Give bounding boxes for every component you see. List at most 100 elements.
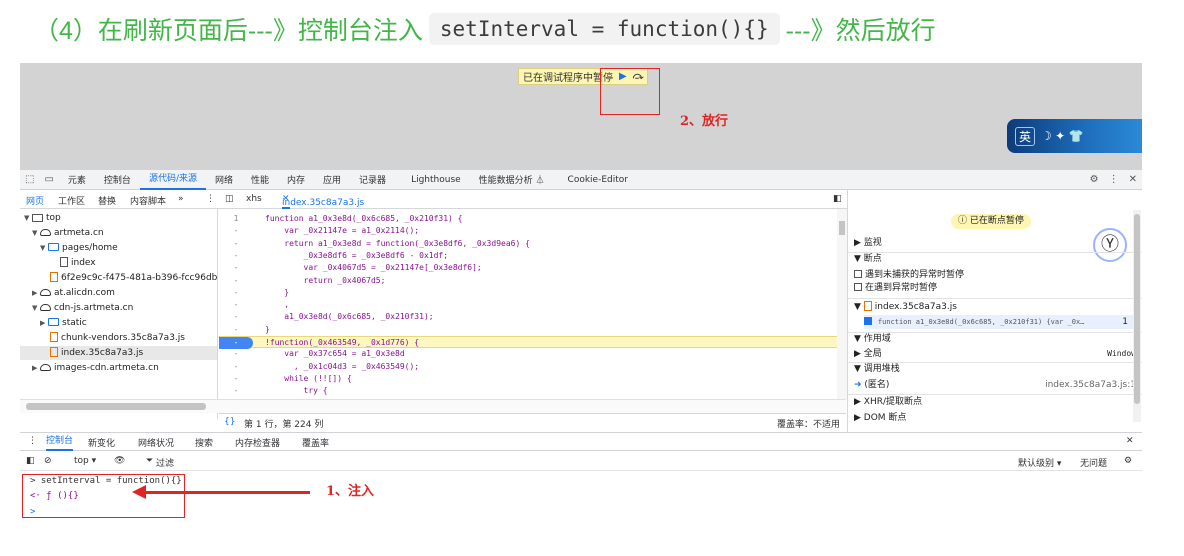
gear-icon[interactable]: ⚙: [1085, 174, 1104, 185]
section-callstack[interactable]: ▼ 调用堆栈: [854, 362, 900, 376]
code-line: - a1_0x3e8d(_0x6c685, _0x210f31);: [233, 312, 434, 322]
tab-memory[interactable]: 内存: [278, 173, 314, 186]
tree-item-chunk-vendors[interactable]: chunk-vendors.35c8a7a3.js: [50, 331, 185, 345]
breakpoint-file[interactable]: ▼ index.35c8a7a3.js: [854, 300, 957, 314]
tab-cookie-editor[interactable]: Cookie-Editor: [554, 175, 637, 185]
console-highlight-box: [22, 474, 185, 518]
tab-console[interactable]: 控制台: [95, 173, 140, 186]
tab-recorder[interactable]: 记录器: [350, 173, 395, 186]
screenshot-root: （4）在刷新页面后---》控制台注入 setInterval = functio…: [0, 0, 1184, 556]
editor-scrollbar[interactable]: [837, 209, 847, 399]
breakpoint-checkbox[interactable]: [864, 317, 872, 325]
resume-highlight-box: [600, 68, 660, 115]
section-dom-breakpoints[interactable]: ▶ DOM 断点: [854, 411, 906, 425]
nav-menu-icon[interactable]: ⋮: [206, 194, 215, 204]
heading-suffix: ---》然后放行: [785, 17, 936, 45]
pause-caught-checkbox[interactable]: 在遇到异常时暂停: [854, 281, 937, 295]
drawer-tab-memory-inspector[interactable]: 内存检查器: [235, 436, 280, 449]
nav-tab-workspace[interactable]: 工作区: [58, 194, 85, 207]
horizontal-scrollbar[interactable]: [20, 399, 846, 413]
site-widget[interactable]: 英 ☽ ✦ 👕: [1007, 119, 1142, 153]
toggle-navigator-icon[interactable]: ◫: [225, 194, 234, 204]
section-breakpoints[interactable]: ▼ 断点: [854, 252, 882, 266]
clear-console-icon[interactable]: ⊘: [44, 456, 52, 466]
debugger-scrollbar[interactable]: [1133, 210, 1141, 422]
tree-item-images-cdn[interactable]: ▶ images-cdn.artmeta.cn: [32, 361, 159, 375]
section-scope[interactable]: ▼ 作用域: [854, 332, 891, 346]
context-selector[interactable]: top ▾: [74, 456, 96, 466]
drawer-tab-search[interactable]: 搜索: [195, 436, 213, 449]
tab-perf-insights[interactable]: 性能数据分析 ⏃: [470, 173, 554, 186]
scope-global[interactable]: ▶ 全局 Window: [854, 347, 1136, 361]
file-icon: [50, 272, 58, 282]
section-xhr-breakpoints[interactable]: ▶ XHR/提取断点: [854, 395, 922, 409]
log-levels-dropdown[interactable]: 默认级别 ▾: [1018, 456, 1061, 469]
code-line: - var _0x37c654 = a1_0x3e8d: [233, 349, 405, 359]
widget-lang: 英: [1015, 126, 1036, 146]
code-line: - }: [233, 287, 290, 297]
nav-tab-more[interactable]: »: [178, 194, 184, 204]
console-output[interactable]: > setInterval = function(){} <· ƒ (){} >: [20, 472, 1142, 522]
nav-tab-page[interactable]: 网页: [26, 194, 44, 207]
console-settings-icon[interactable]: ⚙: [1124, 456, 1132, 466]
code-line: 1 function a1_0x3e8d(_0x6c685, _0x210f31)…: [233, 214, 463, 223]
pause-uncaught-checkbox[interactable]: 遇到未捕获的异常时暂停: [854, 268, 964, 282]
folder-icon: [48, 243, 59, 251]
code-line-paused: - !function(_0x463549, _0x1d776) {: [219, 336, 837, 350]
tab-application[interactable]: 应用: [314, 173, 350, 186]
toggle-debugger-icon[interactable]: ◧: [833, 194, 842, 204]
cloud-icon: [40, 289, 51, 296]
tree-item-alicdn[interactable]: ▶ at.alicdn.com: [32, 286, 115, 300]
folder-icon: [48, 318, 59, 326]
drawer-tab-coverage[interactable]: 覆盖率: [302, 436, 329, 449]
device-toolbar-icon[interactable]: ▭: [39, 174, 58, 185]
drawer-tab-changes[interactable]: 新变化: [88, 436, 115, 449]
cloud-icon: [40, 364, 51, 371]
nav-tab-overrides[interactable]: 替换: [98, 194, 116, 207]
section-watch[interactable]: ▶ 监视: [854, 236, 882, 250]
nav-tab-content-scripts[interactable]: 内容脚本: [130, 194, 166, 207]
extension-logo-icon[interactable]: Ⓨ: [1093, 228, 1127, 262]
widget-icons: ☽ ✦ 👕: [1041, 129, 1084, 143]
filter-input[interactable]: 过滤: [156, 456, 174, 469]
eye-icon[interactable]: 👁: [114, 456, 125, 466]
tree-item-cdn-js[interactable]: ▼ cdn-js.artmeta.cn: [32, 301, 133, 315]
drawer-menu-icon[interactable]: ⋮: [28, 436, 37, 446]
callstack-frame[interactable]: ➜ (匿名) index.35c8a7a3.js:1: [854, 378, 1136, 392]
tree-item-artmeta[interactable]: ▼ artmeta.cn: [32, 226, 104, 240]
drawer-tab-console[interactable]: 控制台: [46, 433, 74, 451]
tree-item-top[interactable]: ▼ top: [24, 211, 61, 225]
tab-sources[interactable]: 源代码/来源: [139, 170, 206, 190]
tab-elements[interactable]: 元素: [59, 173, 95, 186]
issues-button[interactable]: 无问题: [1080, 456, 1107, 469]
sidebar-toggle-icon[interactable]: ◧: [26, 456, 35, 466]
tree-item-index-js[interactable]: index.35c8a7a3.js: [20, 346, 217, 360]
file-icon: [60, 257, 68, 267]
tab-performance[interactable]: 性能: [242, 173, 278, 186]
tab-network[interactable]: 网络: [206, 173, 242, 186]
code-line: - try {: [233, 386, 328, 396]
code-line: - , _0x1c04d3 = _0x463549();: [233, 361, 420, 371]
more-icon[interactable]: ⋮: [1104, 174, 1124, 185]
heading-prefix: （4）在刷新页面后---》控制台注入: [34, 17, 423, 45]
drawer-tab-network-conditions[interactable]: 网络状况: [138, 436, 174, 449]
pretty-print-button[interactable]: {}: [224, 417, 235, 427]
filter-icon[interactable]: ⏷: [146, 456, 153, 466]
inspect-icon[interactable]: ⬚: [20, 174, 39, 185]
editor-tab-xhs[interactable]: xhs: [246, 194, 262, 204]
tab-lighthouse[interactable]: Lighthouse: [395, 175, 470, 185]
console-toolbar: ◧ ⊘ top ▾ 👁 ⏷ 过滤 默认级别 ▾ 无问题 ⚙: [20, 452, 1142, 471]
tree-item-static[interactable]: ▶ static: [40, 316, 87, 330]
paused-status: ⓘ 已在断点暂停: [951, 214, 1031, 229]
drawer-close-icon[interactable]: ✕: [1126, 436, 1134, 446]
inject-annotation: 1、注入: [326, 484, 375, 499]
tree-item-pages-home[interactable]: ▼ pages/home: [40, 241, 118, 255]
breakpoint-entry[interactable]: function a1_0x3e8d(_0x6c685, _0x210f31) …: [864, 315, 1136, 329]
tree-item-uuid-file[interactable]: 6f2e9c9c-f475-481a-b396-fcc96db6: [50, 271, 217, 285]
code-line: - return _0x4067d5;: [233, 275, 386, 285]
tree-item-index[interactable]: index: [60, 256, 96, 270]
editor-tab-index[interactable]: index.35c8a7a3.js ✕: [282, 190, 364, 209]
code-editor[interactable]: 1 function a1_0x3e8d(_0x6c685, _0x210f31)…: [219, 209, 837, 399]
coverage-status: 覆盖率：不适用: [777, 420, 841, 430]
close-icon[interactable]: ✕: [1124, 174, 1142, 185]
